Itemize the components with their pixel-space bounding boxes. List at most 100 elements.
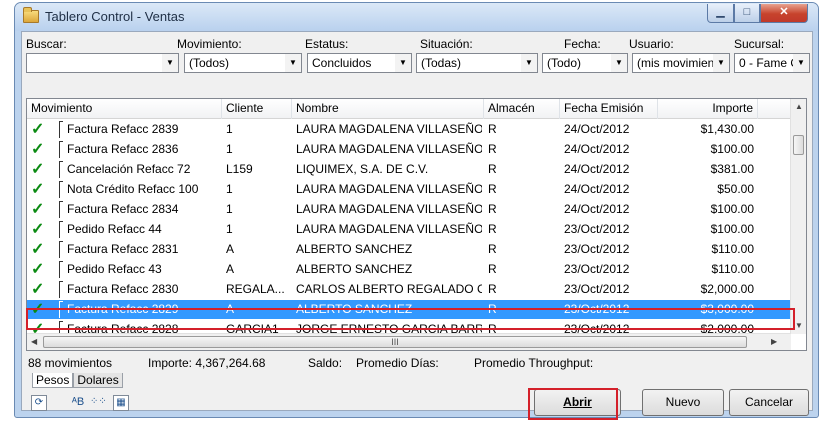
currency-tabs: Pesos Dolares xyxy=(32,373,123,389)
column-header-nombre[interactable]: Nombre xyxy=(292,99,484,119)
chevron-down-icon[interactable]: ▼ xyxy=(713,54,729,72)
cell-fecha: 24/Oct/2012 xyxy=(564,122,630,136)
movement-count: 88 movimientos xyxy=(28,356,113,370)
cell-cliente: 1 xyxy=(226,222,233,236)
tab-dolares[interactable]: Dolares xyxy=(73,373,123,388)
promedio-throughput-label: Promedio Throughput: xyxy=(474,356,594,370)
chevron-down-icon[interactable]: ▼ xyxy=(793,54,809,72)
tab-pesos[interactable]: Pesos xyxy=(32,373,74,388)
column-header-importe[interactable]: Importe xyxy=(658,99,758,119)
chevron-down-icon[interactable]: ▼ xyxy=(395,54,411,72)
title-bar[interactable]: Tablero Control - Ventas ▁ □ ✕ xyxy=(15,3,818,31)
horizontal-scrollbar[interactable]: ◀ III ▶ xyxy=(27,333,791,350)
chevron-down-icon[interactable]: ▼ xyxy=(285,54,301,72)
situacion-value: (Todas) xyxy=(421,56,462,70)
usuario-select[interactable]: (mis movimien ▼ xyxy=(632,53,730,73)
chevron-down-icon[interactable]: ▼ xyxy=(162,54,178,72)
scroll-up-icon[interactable]: ▲ xyxy=(795,102,803,111)
cell-fecha: 24/Oct/2012 xyxy=(564,162,630,176)
cell-cliente: A xyxy=(226,262,235,276)
cell-cliente: 1 xyxy=(226,202,233,216)
nuevo-button[interactable]: Nuevo xyxy=(642,389,724,416)
cell-fecha: 23/Oct/2012 xyxy=(564,282,630,296)
scroll-right-icon[interactable]: ▶ xyxy=(771,337,777,346)
table-row[interactable]: ✓ Factura Refacc 2831 A ALBERTO SANCHEZ R 23/… xyxy=(27,240,791,259)
estatus-select[interactable]: Concluidos ▼ xyxy=(307,53,412,73)
cell-movimiento: Nota Crédito Refacc 100 xyxy=(67,182,199,196)
situacion-select[interactable]: (Todas) ▼ xyxy=(416,53,538,73)
scroll-thumb[interactable]: III xyxy=(43,336,747,348)
cell-nombre: CARLOS ALBERTO REGALADO C... xyxy=(296,282,482,296)
group-icon[interactable]: ⁘⁘ xyxy=(90,395,107,411)
sort-ab-icon[interactable]: ᴬB xyxy=(70,395,86,411)
row-marker xyxy=(59,221,63,238)
cancelar-label: Cancelar xyxy=(744,395,794,409)
cell-fecha: 23/Oct/2012 xyxy=(564,262,630,276)
fecha-select[interactable]: (Todo) ▼ xyxy=(542,53,628,73)
chevron-down-icon[interactable]: ▼ xyxy=(521,54,537,72)
sucursal-label: Sucursal: xyxy=(734,37,785,51)
table-row[interactable]: ✓ Pedido Refacc 44 1 LAURA MAGDALENA VILLAS… xyxy=(27,220,791,239)
client-area: Buscar: Movimiento: Estatus: Situación: … xyxy=(21,31,813,416)
grid-view-icon[interactable]: ▦ xyxy=(113,395,129,411)
column-header-fecha[interactable]: Fecha Emisión xyxy=(560,99,658,119)
table-row[interactable]: ✓ Factura Refacc 2839 1 LAURA MAGDALENA VIL… xyxy=(27,120,791,139)
row-marker xyxy=(59,241,63,258)
close-button[interactable]: ✕ xyxy=(760,4,808,23)
cell-fecha: 24/Oct/2012 xyxy=(564,182,630,196)
cell-importe: $381.00 xyxy=(710,162,754,176)
scroll-thumb[interactable] xyxy=(793,135,804,155)
scroll-down-icon[interactable]: ▼ xyxy=(795,321,803,330)
column-header-cliente[interactable]: Cliente xyxy=(222,99,292,119)
cell-fecha: 23/Oct/2012 xyxy=(564,242,630,256)
row-marker xyxy=(59,181,63,198)
cell-nombre: ALBERTO SANCHEZ xyxy=(296,242,413,256)
vertical-scrollbar[interactable]: ▲ ▼ xyxy=(790,99,806,334)
check-icon: ✓ xyxy=(31,241,45,258)
movimiento-label: Movimiento: xyxy=(177,37,242,51)
minimize-button[interactable]: ▁ xyxy=(707,4,734,23)
table-row[interactable]: ✓ Nota Crédito Refacc 100 1 LAURA MAGDALENA… xyxy=(27,180,791,199)
estatus-value: Concluidos xyxy=(312,56,372,70)
cell-importe: $100.00 xyxy=(710,202,754,216)
table-row[interactable]: ✓ Cancelación Refacc 72 L159 LIQUIMEX, S.A.… xyxy=(27,160,791,179)
fecha-value: (Todo) xyxy=(547,56,582,70)
cell-importe: $110.00 xyxy=(711,262,755,276)
cell-cliente: A xyxy=(226,242,235,256)
table-row[interactable]: ✓ Factura Refacc 2830 REGALA... CARLOS ALBE… xyxy=(27,280,791,299)
table-row[interactable]: ✓ Pedido Refacc 43 A ALBERTO SANCHEZ R 23/Oct… xyxy=(27,260,791,279)
refresh-icon[interactable]: ⟳ xyxy=(31,395,47,411)
cell-importe: $1,430.00 xyxy=(700,122,754,136)
cell-nombre: LAURA MAGDALENA VILLASEÑO... xyxy=(296,122,482,136)
column-header-movimiento[interactable]: Movimiento xyxy=(27,99,222,119)
cell-almacen: R xyxy=(488,282,497,296)
maximize-button[interactable]: □ xyxy=(734,4,760,23)
row-marker xyxy=(59,121,63,138)
buscar-combo[interactable]: ▼ xyxy=(26,53,179,73)
scroll-left-icon[interactable]: ◀ xyxy=(31,337,37,346)
estatus-label: Estatus: xyxy=(305,37,349,51)
cell-movimiento: Factura Refacc 2839 xyxy=(67,122,179,136)
cell-nombre: LAURA MAGDALENA VILLASEÑO... xyxy=(296,202,482,216)
table-row[interactable]: ✓ Factura Refacc 2836 1 LAURA MAGDALENA VIL… xyxy=(27,140,791,159)
check-icon: ✓ xyxy=(31,201,45,218)
row-marker xyxy=(59,261,63,278)
sucursal-select[interactable]: 0 - Fame Orie ▼ xyxy=(734,53,810,73)
status-bar: 88 movimientos Importe: 4,367,264.68 Sal… xyxy=(26,354,807,372)
chevron-down-icon[interactable]: ▼ xyxy=(611,54,627,72)
cell-movimiento: Factura Refacc 2836 xyxy=(67,142,179,156)
situacion-label: Situación: xyxy=(420,37,473,51)
saldo-label: Saldo: xyxy=(308,356,343,370)
cell-nombre: LAURA MAGDALENA VILLASEÑO... xyxy=(296,182,482,196)
row-marker xyxy=(59,281,63,298)
cell-almacen: R xyxy=(488,202,497,216)
column-header-almacen[interactable]: Almacén xyxy=(484,99,560,119)
table-row[interactable]: ✓ Factura Refacc 2834 1 LAURA MAGDALENA VIL… xyxy=(27,200,791,219)
cancelar-button[interactable]: Cancelar xyxy=(729,389,809,416)
check-icon: ✓ xyxy=(31,221,45,238)
movimiento-select[interactable]: (Todos) ▼ xyxy=(184,53,302,73)
cell-movimiento: Pedido Refacc 44 xyxy=(67,222,162,236)
check-icon: ✓ xyxy=(31,281,45,298)
cell-almacen: R xyxy=(488,162,497,176)
usuario-label: Usuario: xyxy=(629,37,674,51)
